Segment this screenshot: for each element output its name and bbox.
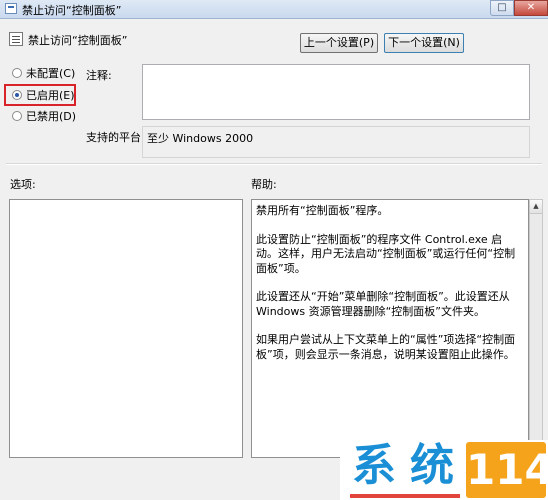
radio-label: 已禁用(D) — [26, 110, 77, 123]
help-scrollbar[interactable]: ▲ ▼ — [529, 199, 543, 458]
divider — [6, 163, 542, 165]
next-setting-button[interactable]: 下一个设置(N) — [384, 33, 464, 53]
radio-circle[interactable] — [12, 111, 22, 121]
help-paragraph: 此设置还从“开始”菜单删除“控制面板”。此设置还从 Windows 资源管理器删… — [256, 290, 510, 318]
title-bar: 禁止访问“控制面板” □ ✕ — [0, 0, 548, 19]
help-paragraph: 禁用所有“控制面板”程序。 — [256, 204, 389, 217]
options-panel — [9, 199, 243, 458]
help-paragraph: 此设置防止“控制面板”的程序文件 Control.exe 启动。这样，用户无法启… — [256, 232, 516, 275]
watermark-char: 系 — [352, 440, 396, 491]
platform-field: 至少 Windows 2000 — [142, 126, 530, 158]
help-paragraph: 如果用户尝试从上下文菜单上的“属性”项选择“控制面板”项，则会显示一条消息，说明… — [256, 333, 516, 361]
platform-label: 支持的平台: — [86, 131, 145, 144]
radio-not-configured[interactable]: 未配置(C) — [12, 67, 75, 81]
radio-label: 未配置(C) — [26, 67, 76, 80]
comment-label: 注释: — [86, 69, 112, 82]
options-label: 选项: — [10, 178, 36, 191]
policy-icon — [5, 3, 17, 14]
close-button[interactable]: ✕ — [514, 0, 548, 16]
maximize-button[interactable]: □ — [490, 0, 514, 16]
watermark-underline — [350, 494, 460, 498]
highlight-annotation — [4, 84, 76, 106]
setting-icon — [9, 32, 23, 46]
help-label: 帮助: — [251, 178, 277, 191]
radio-disabled[interactable]: 已禁用(D) — [12, 110, 76, 124]
previous-setting-button[interactable]: 上一个设置(P) — [300, 33, 378, 53]
radio-circle[interactable] — [12, 68, 22, 78]
watermark-number: 114 — [466, 442, 548, 498]
help-panel: 禁用所有“控制面板”程序。 此设置防止“控制面板”的程序文件 Control.e… — [251, 199, 529, 458]
scroll-up-icon[interactable]: ▲ — [530, 200, 542, 214]
comment-field[interactable] — [142, 64, 530, 120]
window-title: 禁止访问“控制面板” — [22, 4, 122, 17]
setting-title: 禁止访问“控制面板” — [28, 34, 128, 47]
watermark-char: 统 — [410, 440, 454, 491]
